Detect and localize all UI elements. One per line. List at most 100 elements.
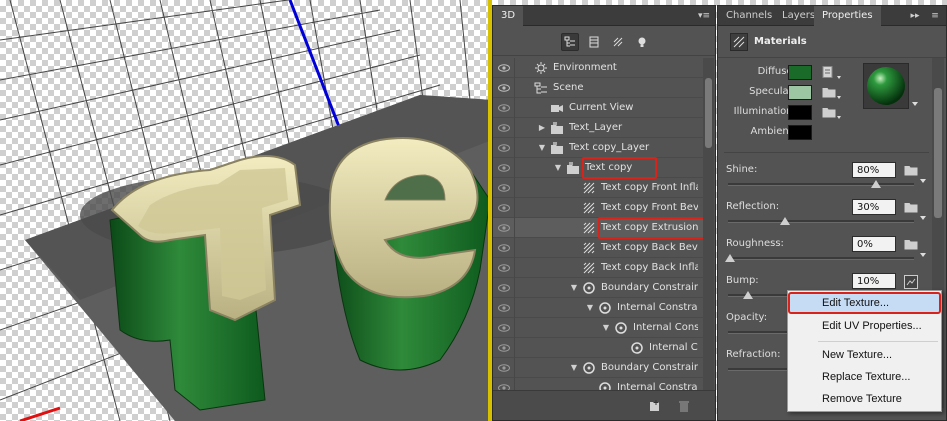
- slider-thumb[interactable]: [779, 217, 790, 225]
- folder-icon[interactable]: [904, 201, 918, 213]
- tree-row[interactable]: ▼ Text copy_Layer: [493, 138, 703, 158]
- material-icon: [582, 201, 596, 215]
- slider-value-input[interactable]: 10%: [852, 273, 896, 289]
- tree-row[interactable]: Text copy Front Inflati...: [493, 178, 703, 198]
- visibility-toggle[interactable]: [493, 198, 515, 218]
- material-preview[interactable]: [863, 63, 909, 109]
- trash-icon[interactable]: [677, 399, 691, 413]
- mesh-filter-icon[interactable]: [585, 33, 603, 51]
- tree-row[interactable]: ▼ Internal Constr...: [493, 318, 703, 338]
- tree-scrollbar[interactable]: [703, 58, 714, 390]
- tree-row[interactable]: Text copy Extrusion M...: [493, 217, 703, 239]
- color-swatch[interactable]: [788, 85, 812, 100]
- slider-thumb[interactable]: [743, 291, 754, 299]
- visibility-toggle[interactable]: [493, 258, 515, 278]
- environment-icon: [534, 61, 548, 75]
- slider-value-input[interactable]: 80%: [852, 162, 896, 178]
- tree-row[interactable]: Environment: [493, 58, 703, 78]
- tree-row[interactable]: ▼ Boundary Constraint 1...: [493, 278, 703, 298]
- tree-row[interactable]: Text copy Front Bevel ...: [493, 198, 703, 218]
- dropdown-arrow-icon[interactable]: [837, 96, 841, 99]
- visibility-toggle[interactable]: [493, 278, 515, 298]
- slider-value-input[interactable]: 0%: [852, 236, 896, 252]
- color-swatch[interactable]: [788, 105, 812, 120]
- visibility-toggle[interactable]: [493, 318, 515, 338]
- slider-value-input[interactable]: 30%: [852, 199, 896, 215]
- menu-item-replace-texture[interactable]: Replace Texture...: [788, 366, 941, 388]
- material-icon: [730, 33, 748, 51]
- folder-icon[interactable]: [822, 86, 836, 98]
- scene-filter-icon[interactable]: [561, 33, 579, 51]
- slider-thumb[interactable]: [725, 254, 735, 262]
- visibility-toggle[interactable]: [493, 218, 515, 238]
- folder-icon[interactable]: [904, 238, 918, 250]
- material-filter-icon[interactable]: [609, 33, 627, 51]
- eye-icon: [498, 124, 510, 132]
- visibility-toggle[interactable]: [493, 138, 515, 158]
- visibility-toggle[interactable]: [493, 118, 515, 138]
- color-swatch[interactable]: [788, 125, 812, 140]
- dropdown-arrow-icon[interactable]: [920, 253, 926, 257]
- tree-row[interactable]: Current View: [493, 98, 703, 118]
- dropdown-arrow-icon[interactable]: [920, 216, 926, 220]
- tree-row[interactable]: ▼ Boundary Constraint 3...: [493, 358, 703, 378]
- visibility-toggle[interactable]: [493, 158, 515, 178]
- visibility-toggle[interactable]: [493, 58, 515, 78]
- expand-toggle-icon[interactable]: ▼: [601, 323, 611, 333]
- folder-icon[interactable]: [822, 106, 836, 118]
- tree-row[interactable]: ▶ Text_Layer: [493, 118, 703, 138]
- tab-channels[interactable]: Channels: [718, 6, 780, 26]
- tab-properties[interactable]: Properties: [814, 6, 881, 26]
- menu-separator: [818, 341, 938, 342]
- panel-menu-icon[interactable]: ▾≡: [697, 9, 711, 23]
- expand-toggle-icon[interactable]: ▼: [553, 163, 563, 173]
- folder-icon[interactable]: [904, 164, 918, 176]
- slider-thumb[interactable]: [870, 180, 881, 188]
- expand-toggle-icon[interactable]: ▶: [537, 123, 547, 133]
- dropdown-arrow-icon[interactable]: [837, 76, 841, 79]
- tree-row[interactable]: ▼ Internal Constraint...: [493, 298, 703, 318]
- slider-track[interactable]: [728, 220, 914, 223]
- menu-item-remove-texture[interactable]: Remove Texture: [788, 388, 941, 410]
- visibility-toggle[interactable]: [493, 378, 515, 390]
- expand-toggle-icon[interactable]: ▼: [537, 143, 547, 153]
- dropdown-arrow-icon[interactable]: [837, 116, 841, 119]
- expand-toggle-icon[interactable]: ▼: [569, 283, 579, 293]
- slider-track[interactable]: [728, 257, 914, 260]
- visibility-toggle[interactable]: [493, 298, 515, 318]
- slider-control: Reflection: 30%: [718, 198, 933, 235]
- texture-file-icon[interactable]: [904, 275, 918, 289]
- light-filter-icon[interactable]: [633, 33, 651, 51]
- color-swatch[interactable]: [788, 65, 812, 80]
- tab-3d[interactable]: 3D: [493, 6, 524, 26]
- expand-toggle-icon[interactable]: ▼: [585, 303, 595, 313]
- visibility-toggle[interactable]: [493, 98, 515, 118]
- menu-item-new-texture[interactable]: New Texture...: [788, 344, 941, 366]
- visibility-toggle[interactable]: [493, 338, 515, 358]
- visibility-toggle[interactable]: [493, 238, 515, 258]
- properties-scroll-thumb[interactable]: [934, 88, 942, 218]
- collapse-icon[interactable]: ▸▸: [908, 9, 922, 23]
- tree-scroll-thumb[interactable]: [705, 78, 712, 148]
- tree-row[interactable]: Internal Constraint...: [493, 378, 703, 390]
- tree-row[interactable]: Internal Co...: [493, 338, 703, 358]
- dropdown-arrow-icon[interactable]: [920, 179, 926, 183]
- tree-row[interactable]: Scene: [493, 78, 703, 98]
- expand-toggle-icon[interactable]: ▼: [569, 363, 579, 373]
- new-object-icon[interactable]: [648, 399, 662, 413]
- eye-icon: [498, 364, 510, 372]
- panel-menu-icon[interactable]: ≡: [928, 9, 942, 23]
- menu-item-edit-texture[interactable]: Edit Texture...: [788, 292, 941, 314]
- tree-row[interactable]: Text copy Back Inflati...: [493, 258, 703, 278]
- tree-row[interactable]: Text copy Back Bevel ...: [493, 238, 703, 258]
- visibility-toggle[interactable]: [493, 178, 515, 198]
- texture-file-icon[interactable]: [822, 66, 836, 78]
- slider-label: Opacity:: [726, 312, 768, 323]
- visibility-toggle[interactable]: [493, 358, 515, 378]
- tree-row[interactable]: ▼ Text copy: [493, 157, 703, 179]
- menu-item-edit-uv-properties[interactable]: Edit UV Properties...: [788, 315, 941, 337]
- slider-track[interactable]: [728, 183, 914, 186]
- preview-dropdown-icon[interactable]: [912, 102, 918, 106]
- visibility-toggle[interactable]: [493, 78, 515, 98]
- eye-icon: [498, 84, 510, 92]
